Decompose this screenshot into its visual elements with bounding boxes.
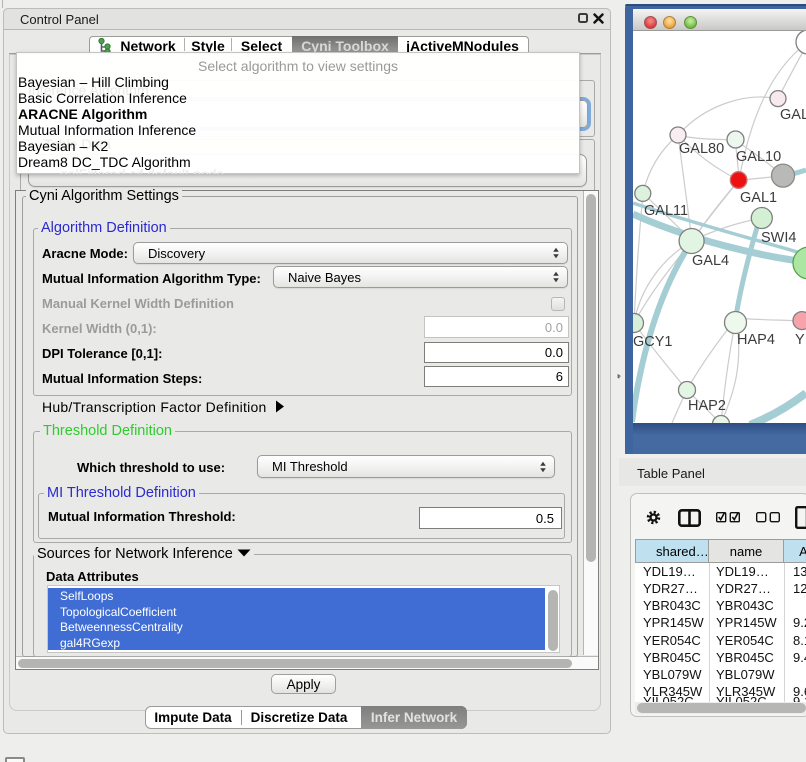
svg-text:Y: Y [795, 332, 805, 348]
svg-text:SWI4: SWI4 [761, 230, 796, 246]
svg-text:GAL11: GAL11 [644, 203, 688, 219]
svg-text:GAL10: GAL10 [736, 149, 781, 165]
svg-text:HAP4: HAP4 [737, 332, 775, 348]
svg-text:GAL1: GAL1 [740, 190, 777, 206]
svg-text:GAL4: GAL4 [692, 253, 729, 269]
svg-text:GAL: GAL [780, 107, 806, 123]
svg-text:HAP2: HAP2 [688, 398, 726, 414]
svg-text:GAL80: GAL80 [679, 141, 724, 157]
svg-text:GCY1: GCY1 [633, 334, 673, 350]
